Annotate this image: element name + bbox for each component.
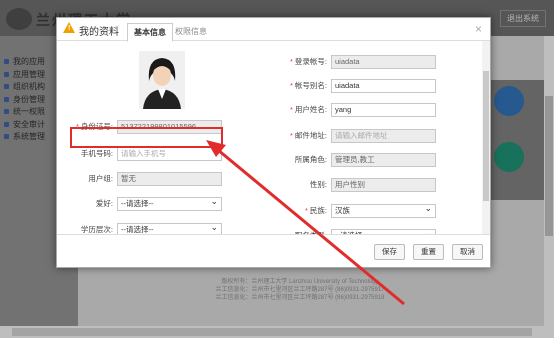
annotation-arrow — [206, 140, 405, 306]
